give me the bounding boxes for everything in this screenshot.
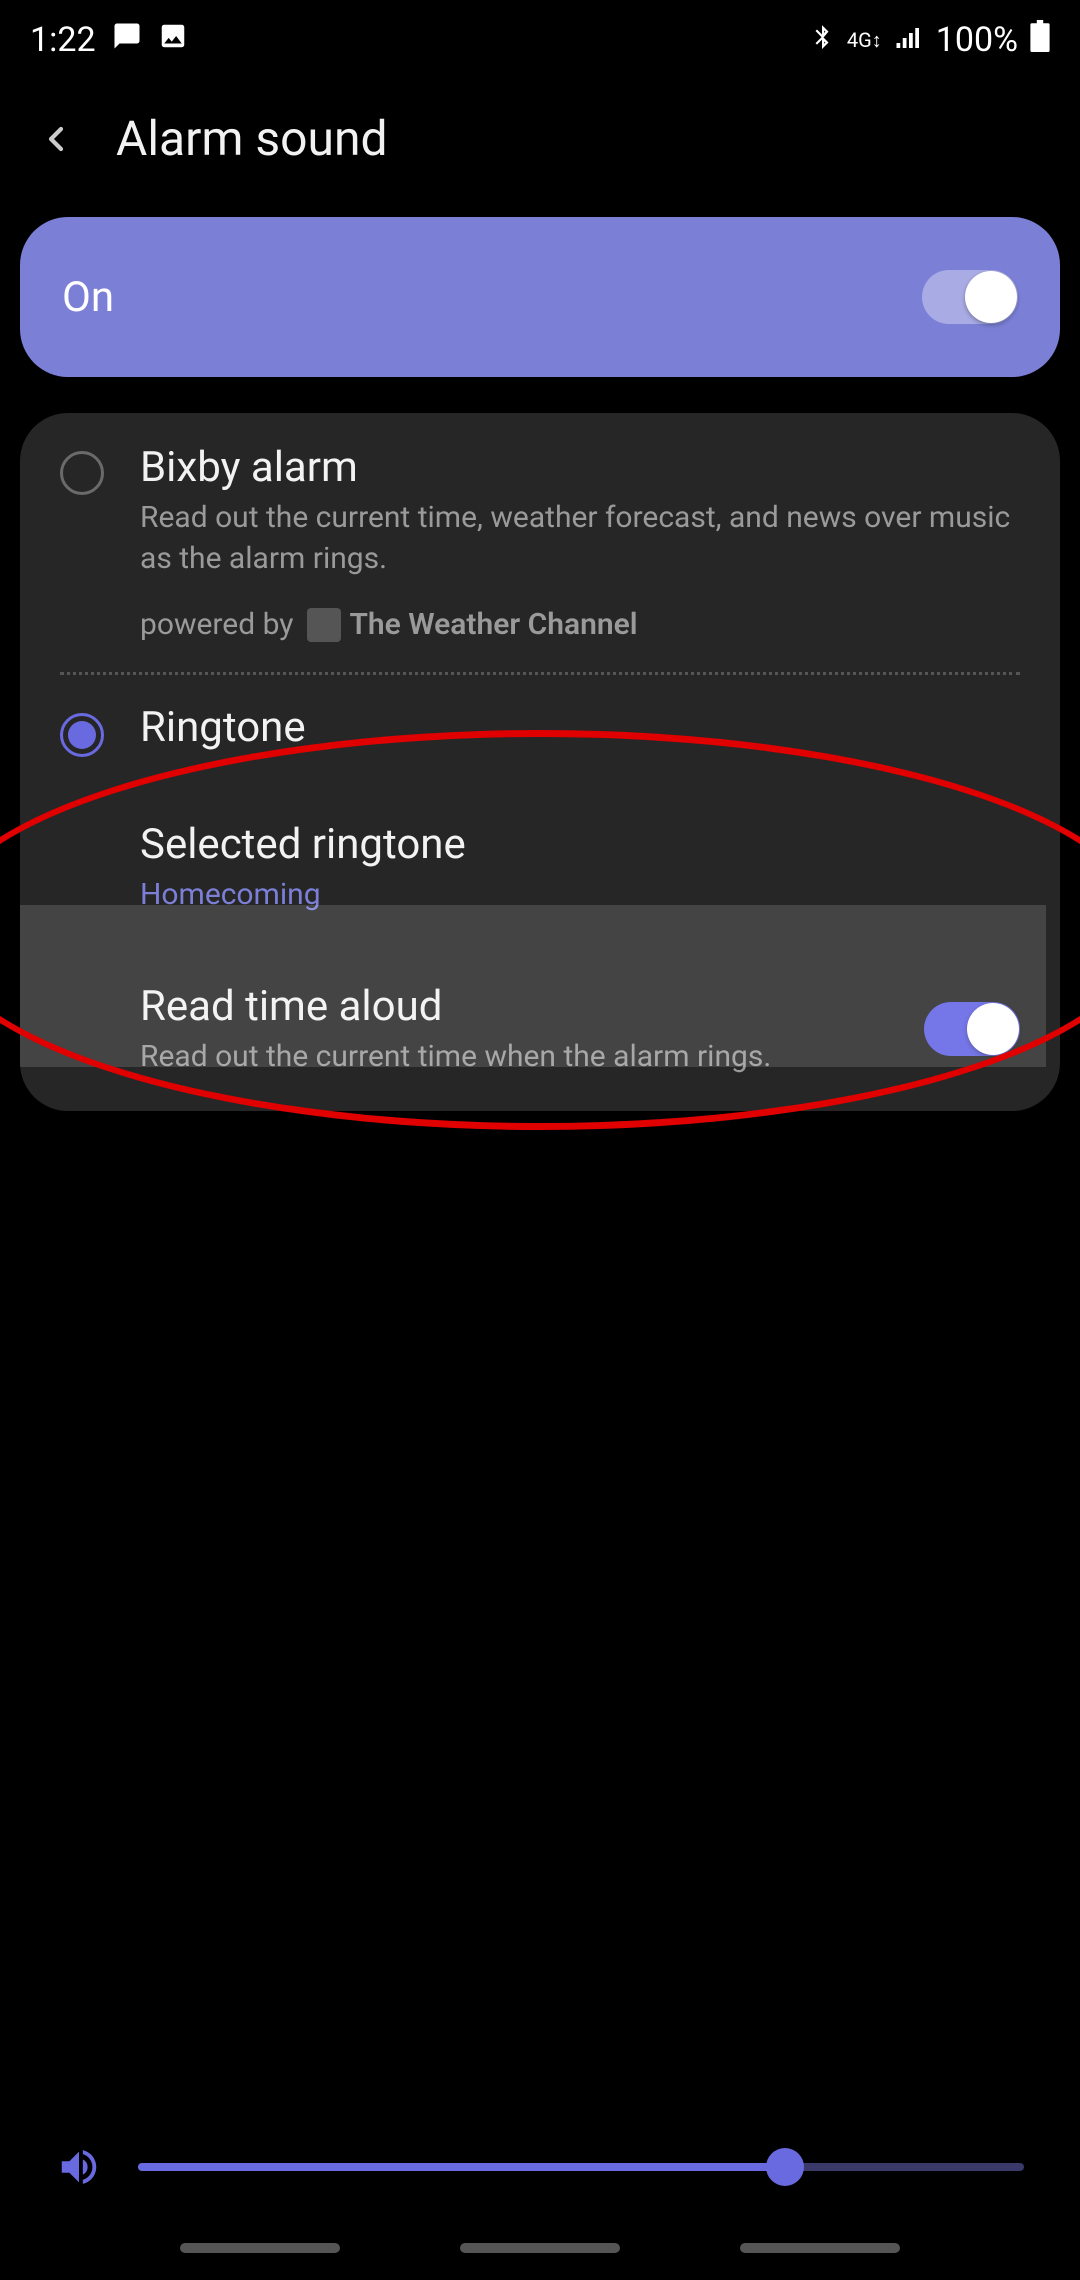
- read-time-label: Read time aloud: [140, 982, 888, 1031]
- battery-percent: 100%: [936, 20, 1018, 60]
- slider-knob[interactable]: [766, 2148, 804, 2186]
- selected-ringtone-label: Selected ringtone: [140, 820, 1020, 869]
- page-title: Alarm sound: [116, 110, 388, 167]
- weather-channel-text: The Weather Channel: [349, 607, 637, 642]
- recents-button[interactable]: [180, 2243, 340, 2253]
- home-button[interactable]: [460, 2243, 620, 2253]
- selected-ringtone-value: Homecoming: [140, 875, 1020, 916]
- bixby-title: Bixby alarm: [140, 443, 1020, 492]
- alarm-sound-master-toggle[interactable]: On: [20, 217, 1060, 377]
- back-nav-button[interactable]: [740, 2243, 900, 2253]
- bixby-content: Bixby alarm Read out the current time, w…: [140, 443, 1020, 642]
- selected-ringtone-content: Selected ringtone Homecoming: [140, 820, 1020, 916]
- battery-icon: [1030, 20, 1050, 61]
- settings-card: Bixby alarm Read out the current time, w…: [20, 413, 1060, 1111]
- read-time-toggle[interactable]: [924, 1002, 1020, 1056]
- selected-ringtone-row[interactable]: Selected ringtone Homecoming: [20, 786, 1060, 954]
- powered-by-label: powered by: [140, 607, 293, 642]
- toggle-knob: [965, 271, 1017, 323]
- ringtone-content: Ringtone: [140, 703, 1020, 758]
- header: Alarm sound: [0, 80, 1080, 217]
- toggle-knob: [967, 1003, 1019, 1055]
- bixby-alarm-option[interactable]: Bixby alarm Read out the current time, w…: [20, 413, 1060, 672]
- weather-channel-icon: [307, 608, 341, 642]
- volume-control: [0, 2144, 1080, 2190]
- status-bar: 1:22 4G↕ 100%: [0, 0, 1080, 80]
- navigation-bar: [0, 2228, 1080, 2268]
- status-right: 4G↕ 100%: [809, 20, 1050, 61]
- on-label: On: [62, 273, 114, 322]
- weather-channel-badge: The Weather Channel: [307, 607, 637, 642]
- radio-unselected[interactable]: [60, 451, 104, 495]
- volume-icon: [56, 2144, 102, 2190]
- bixby-description: Read out the current time, weather forec…: [140, 498, 1020, 579]
- back-button[interactable]: [36, 119, 76, 159]
- spacer: [60, 820, 104, 916]
- data-icon: 4G↕: [847, 28, 882, 53]
- read-time-description: Read out the current time when the alarm…: [140, 1037, 888, 1078]
- read-time-aloud-row[interactable]: Read time aloud Read out the current tim…: [20, 954, 1060, 1112]
- image-icon: [158, 20, 188, 60]
- ringtone-label: Ringtone: [140, 703, 1020, 752]
- status-left: 1:22: [30, 20, 188, 60]
- volume-slider[interactable]: [138, 2163, 1024, 2171]
- slider-fill: [138, 2163, 785, 2171]
- radio-selected[interactable]: [60, 713, 104, 757]
- toggle-switch[interactable]: [922, 270, 1018, 324]
- ringtone-option[interactable]: Ringtone: [20, 675, 1060, 786]
- read-time-content: Read time aloud Read out the current tim…: [140, 982, 888, 1078]
- message-icon: [112, 20, 142, 60]
- status-time: 1:22: [30, 20, 96, 60]
- bluetooth-icon: [809, 20, 835, 60]
- signal-icon: [894, 20, 924, 60]
- powered-by-row: powered by The Weather Channel: [140, 607, 1020, 642]
